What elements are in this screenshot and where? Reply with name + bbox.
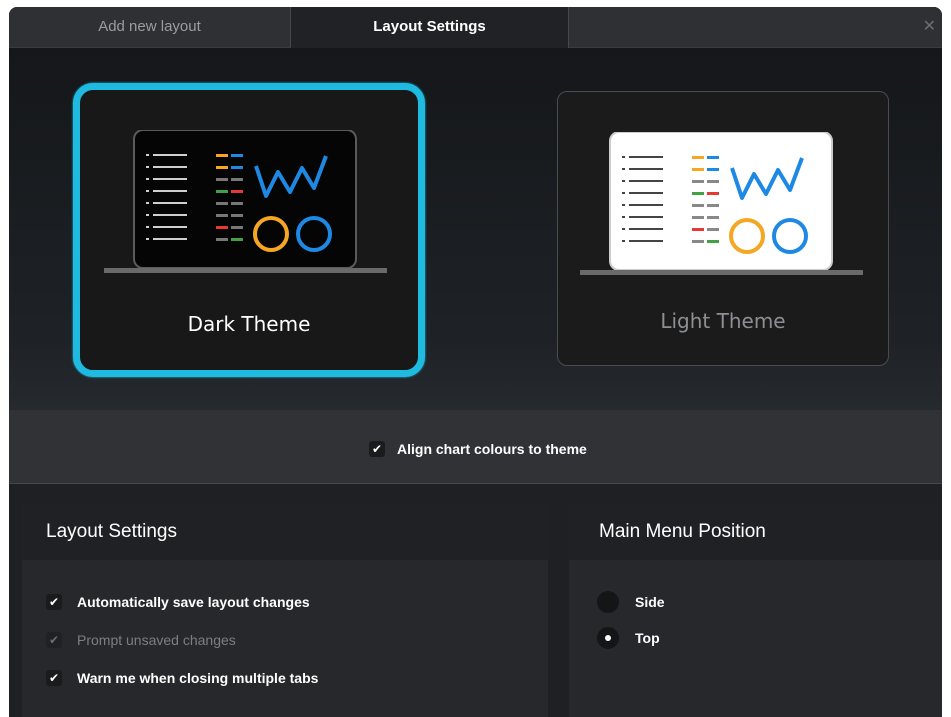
auto-save-option[interactable]: ✔ Automatically save layout changes	[46, 591, 310, 613]
menu-position-side-option[interactable]: Side	[597, 590, 665, 614]
align-colours-bar: ✔ Align chart colours to theme	[9, 410, 942, 484]
auto-save-checkbox[interactable]: ✔	[46, 594, 62, 610]
main-menu-position-panel: Main Menu Position Side Top	[569, 504, 942, 717]
tab-bar: Add new layout Layout Settings ✕	[9, 7, 942, 48]
light-theme-card[interactable]: Light Theme	[557, 91, 889, 366]
warn-closing-tabs-option[interactable]: ✔ Warn me when closing multiple tabs	[46, 667, 318, 689]
align-colours-checkbox[interactable]: ✔	[369, 441, 385, 457]
side-radio[interactable]	[597, 591, 619, 613]
light-theme-preview-icon	[580, 132, 863, 275]
top-radio[interactable]	[597, 627, 619, 649]
dark-theme-label: Dark Theme	[187, 312, 311, 336]
prompt-unsaved-checkbox: ✔	[46, 632, 62, 648]
close-icon[interactable]: ✕	[923, 7, 936, 47]
prompt-unsaved-label: Prompt unsaved changes	[77, 632, 236, 648]
side-label: Side	[635, 594, 665, 610]
layout-settings-panel: Layout Settings ✔ Automatically save lay…	[22, 504, 548, 717]
menu-position-top-option[interactable]: Top	[597, 626, 660, 650]
warn-closing-tabs-checkbox[interactable]: ✔	[46, 670, 62, 686]
auto-save-label: Automatically save layout changes	[77, 594, 310, 610]
align-colours-option[interactable]: ✔ Align chart colours to theme	[369, 439, 587, 459]
layout-settings-title: Layout Settings	[22, 504, 548, 560]
tab-add-new-layout[interactable]: Add new layout	[9, 7, 291, 47]
warn-closing-tabs-label: Warn me when closing multiple tabs	[77, 670, 319, 686]
theme-selector: Dark Theme Light Theme	[9, 48, 942, 410]
top-label: Top	[635, 630, 660, 646]
align-colours-label: Align chart colours to theme	[397, 441, 587, 457]
dark-theme-card[interactable]: Dark Theme	[73, 83, 425, 377]
light-theme-label: Light Theme	[660, 309, 786, 333]
tab-layout-settings[interactable]: Layout Settings	[291, 7, 569, 48]
prompt-unsaved-option: ✔ Prompt unsaved changes	[46, 629, 236, 651]
settings-panels: Layout Settings ✔ Automatically save lay…	[9, 484, 942, 717]
dark-theme-preview-icon	[104, 130, 387, 273]
layout-settings-dialog: Add new layout Layout Settings ✕ Dark Th…	[9, 7, 942, 717]
main-menu-position-title: Main Menu Position	[569, 504, 942, 560]
